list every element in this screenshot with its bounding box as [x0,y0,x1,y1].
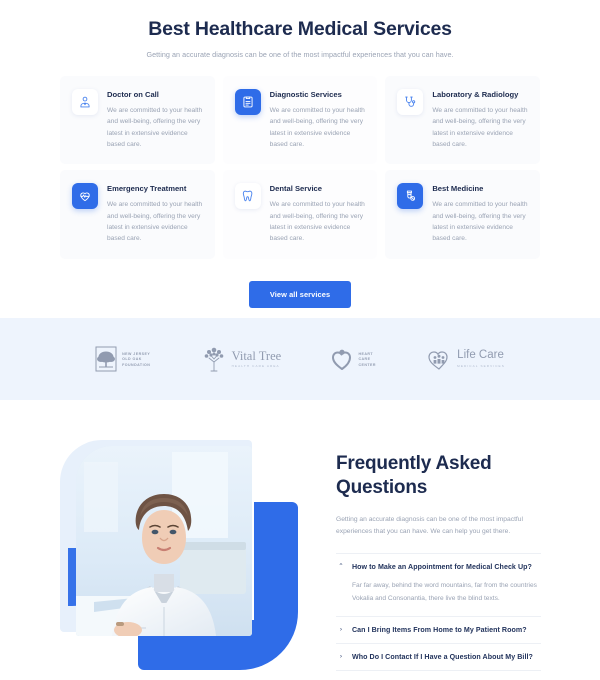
service-card-text: We are committed to your health and well… [432,201,528,243]
faq-answer-text: Far far away, behind the word mountains,… [352,582,537,602]
partner-logo-text: Vital Tree HEALTH CARE AREA [232,350,282,369]
faq-section: Frequently Asked Questions Getting an ac… [0,400,600,680]
service-card-emergency-treatment[interactable]: Emergency Treatment We are committed to … [60,170,215,259]
service-card-laboratory-radiology[interactable]: Laboratory & Radiology We are committed … [385,76,540,165]
service-card-text: We are committed to your health and well… [269,107,365,148]
chevron-right-icon: › [339,626,343,634]
service-card-body: Diagnostic Services We are committed to … [270,89,366,150]
partner-logo-vital-tree[interactable]: Vital Tree HEALTH CARE AREA [201,345,282,373]
page-title: Best Healthcare Medical Services [148,18,452,40]
service-card-body: Doctor on Call We are committed to your … [107,89,203,150]
faq-question-text: Who Do I Contact If I Have a Question Ab… [352,653,533,662]
service-card-title: Best Medicine [432,184,484,194]
heartbeat-icon [72,183,98,210]
service-card-title: Doctor on Call [107,90,159,99]
view-all-services-button[interactable]: View all services [248,280,352,308]
tree-logo-icon [204,347,223,372]
service-card-best-medicine[interactable]: Best Medicine We are committed to your h… [385,170,540,259]
service-card-doctor-on-call[interactable]: Doctor on Call We are committed to your … [60,76,215,165]
faq-question-toggle[interactable]: ⌃ How to Make an Appointment for Medical… [336,554,541,580]
service-card-dental-service[interactable]: Dental Service We are committed to your … [222,170,378,259]
faq-content: Frequently Asked Questions Getting an ac… [336,452,541,672]
partner-logo-line: FOUNDATION [122,362,151,367]
service-card-title: Emergency Treatment [107,184,187,194]
partner-logo-word: Vital Tree [231,348,282,363]
faq-question-toggle[interactable]: › Who Do I Contact If I Have a Question … [336,644,541,670]
cta-container: View all services [60,280,540,308]
partner-logo-text: Life Care MEDICAL SERVICES [457,350,505,368]
faq-accordion: ⌃ How to Make an Appointment for Medical… [336,553,541,672]
faq-title: Frequently Asked Questions [336,453,492,499]
partner-logo-text: NEW JERSEY OLD OAK FOUNDATION [122,352,150,367]
chevron-right-icon: › [339,653,343,661]
service-card-body: Laboratory & Radiology We are committed … [432,89,528,150]
service-card-diagnostic-services[interactable]: Diagnostic Services We are committed to … [222,76,378,165]
service-card-body: Emergency Treatment We are committed to … [107,183,203,244]
partner-logo-line: NEW JERSEY [122,351,151,356]
service-card-text: We are committed to your health and well… [107,107,203,148]
service-card-body: Dental Service We are committed to your … [270,183,366,244]
clipboard-report-icon [234,89,261,115]
faq-question-toggle[interactable]: › Can I Bring Items From Home to My Pati… [336,617,541,643]
partner-logo-text: HEART CARE CENTER [358,352,375,367]
services-card-grid: Doctor on Call We are committed to your … [60,76,540,259]
service-card-text: We are committed to your health and well… [269,201,365,243]
faq-media-composition [60,440,298,670]
faq-item-expanded: ⌃ How to Make an Appointment for Medical… [336,554,541,618]
partner-logo-line: CARE [358,357,371,361]
partner-logo-heart-care-center[interactable]: HEART CARE CENTER [331,347,375,371]
heart-family-logo-icon [428,351,448,370]
service-card-body: Best Medicine We are committed to your h… [432,183,528,244]
faq-question-text: Can I Bring Items From Home to My Patien… [352,626,527,635]
medicine-bottle-icon [397,183,424,210]
page-subtitle: Getting an accurate diagnosis can be one… [146,50,454,59]
faq-description: Getting an accurate diagnosis can be one… [336,515,523,536]
doctor-icon [72,89,98,115]
faq-item-collapsed: › Who Do I Contact If I Have a Question … [336,644,541,672]
service-card-text: We are committed to your health and well… [107,201,203,243]
partner-logo-line: OLD OAK [122,357,142,361]
partner-logos-band: NEW JERSEY OLD OAK FOUNDATION Vital Tree… [0,318,600,400]
heart-person-logo-icon [332,349,352,370]
partner-logo-life-care[interactable]: Life Care MEDICAL SERVICES [426,347,505,371]
service-card-title: Diagnostic Services [269,90,342,99]
service-card-title: Dental Service [269,184,322,194]
partner-logo-new-jersey-old-oak-foundation[interactable]: NEW JERSEY OLD OAK FOUNDATION [95,346,150,372]
partner-logo-line: HEART [358,351,374,356]
stethoscope-icon [397,89,424,115]
partner-logo-word: Life Care [457,349,504,362]
service-card-text: We are committed to your health and well… [432,107,528,148]
partner-logo-tagline: MEDICAL SERVICES [457,363,505,368]
services-section: Best Healthcare Medical Services Getting… [0,0,600,308]
faq-question-text: How to Make an Appointment for Medical C… [352,563,532,572]
female-doctor-photo [76,446,252,636]
faq-item-collapsed: › Can I Bring Items From Home to My Pati… [336,617,541,645]
chevron-up-icon: ⌃ [338,563,344,571]
service-card-title: Laboratory & Radiology [432,90,519,99]
oak-tree-logo-icon [95,346,117,372]
healthcare-landing-page: Best Healthcare Medical Services Getting… [0,0,600,680]
partner-logo-line: CENTER [358,362,376,367]
tooth-icon [234,183,261,210]
partner-logo-tagline: HEALTH CARE AREA [231,364,280,369]
